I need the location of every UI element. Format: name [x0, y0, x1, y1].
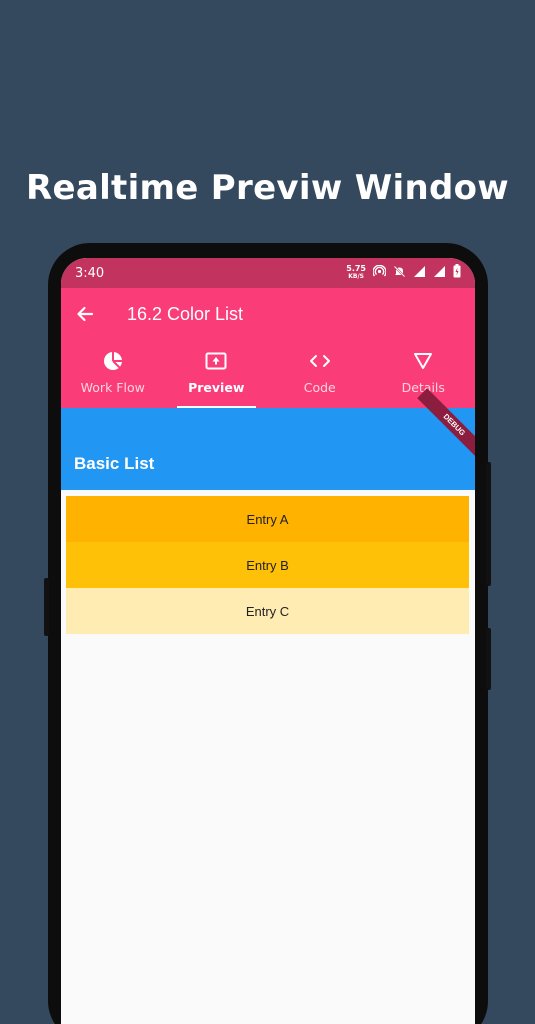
hotspot-icon [372, 264, 387, 282]
signal-icon [433, 265, 446, 282]
upload-screen-icon [205, 350, 227, 372]
phone-screen: 3:40 5.75 KB/S 16.2 Color List Work Flow… [61, 258, 475, 1024]
preview-header-title: Basic List [74, 454, 155, 473]
page-headline: Realtime Previw Window [26, 168, 509, 208]
tab-bar: Work Flow Preview Code Details [61, 340, 475, 408]
net-speed: 5.75 KB/S [346, 265, 366, 281]
net-speed-unit: KB/S [348, 273, 364, 280]
entry-label: Entry A [246, 511, 289, 527]
back-arrow-icon[interactable] [75, 303, 97, 325]
battery-icon [453, 264, 461, 282]
entry-label: Entry B [246, 557, 289, 573]
phone-side-button-right-bottom [486, 628, 491, 690]
phone-side-button-left [44, 578, 49, 636]
triangle-down-icon [413, 350, 433, 372]
list-item-entry-c[interactable]: Entry C [66, 588, 469, 634]
phone-side-button-right-top [486, 462, 491, 586]
wifi-icon [413, 265, 426, 282]
mute-icon [393, 265, 406, 282]
status-time: 3:40 [75, 265, 105, 281]
net-speed-value: 5.75 [346, 264, 366, 273]
tab-preview[interactable]: Preview [165, 340, 269, 408]
list-item-entry-a[interactable]: Entry A [66, 496, 469, 542]
status-bar: 3:40 5.75 KB/S [61, 258, 475, 288]
tab-work-flow-label: Work Flow [80, 380, 145, 395]
tab-work-flow[interactable]: Work Flow [61, 340, 165, 408]
entry-label: Entry C [245, 603, 290, 619]
app-title: 16.2 Color List [127, 303, 244, 324]
app-bar: 16.2 Color List Work Flow Preview Code D… [61, 288, 475, 408]
pie-chart-icon [103, 350, 123, 372]
status-icons: 5.75 KB/S [346, 264, 461, 282]
entry-list: Entry A Entry B Entry C [61, 490, 475, 634]
code-icon [309, 350, 331, 372]
preview-header: DEBUG Basic List [61, 388, 475, 490]
app-bar-top: 16.2 Color List [61, 288, 475, 340]
list-item-entry-b[interactable]: Entry B [66, 542, 469, 588]
tab-code[interactable]: Code [268, 340, 372, 408]
tab-code-label: Code [303, 380, 336, 395]
tab-preview-label: Preview [188, 380, 245, 395]
